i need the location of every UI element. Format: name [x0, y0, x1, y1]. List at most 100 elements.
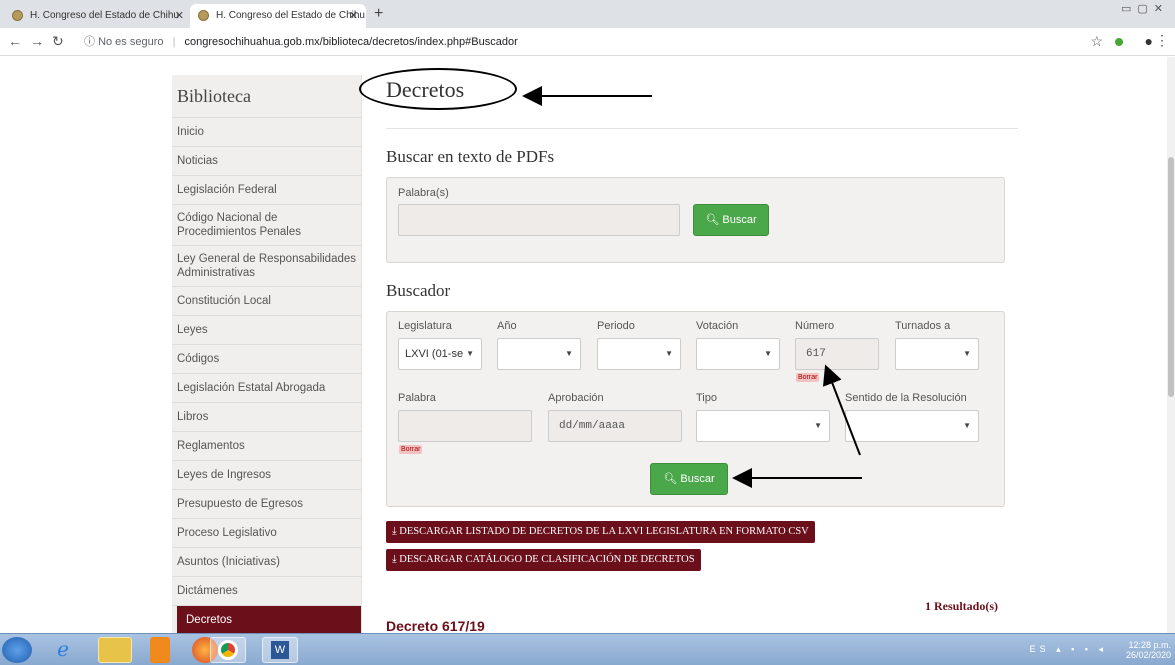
periodo-select[interactable]: ▼ — [597, 338, 681, 370]
browser-toolbar: ← → ↻ ⓘ No es seguro | congresochihuahua… — [0, 28, 1175, 56]
info-icon[interactable]: ⓘ — [84, 36, 95, 48]
security-status: No es seguro — [98, 36, 164, 48]
chevron-down-icon: ▼ — [764, 349, 772, 358]
web-page: Biblioteca Inicio Noticias Legislación F… — [0, 57, 1175, 633]
tipo-select[interactable]: ▼ — [696, 410, 830, 442]
tab-title: H. Congreso del Estado de Chihu — [30, 10, 179, 21]
numero-label: Número — [795, 320, 835, 332]
turnados-select[interactable]: ▼ — [895, 338, 979, 370]
scrollbar-thumb[interactable] — [1168, 157, 1174, 397]
legislatura-select[interactable]: LXVI (01-se ▼ — [398, 338, 482, 370]
sidebar-item-constitucion-local[interactable]: Constitución Local — [172, 287, 361, 316]
reload-icon[interactable]: ↻ — [52, 33, 64, 50]
clock[interactable]: 12:28 p.m. 26/02/2020 — [1126, 640, 1171, 660]
bookmark-star-icon[interactable]: ☆ — [1090, 33, 1103, 50]
pdf-search-heading: Buscar en texto de PDFs — [386, 147, 555, 166]
search-icon: 🔍︎ — [705, 214, 720, 226]
sidebar-title: Biblioteca — [172, 75, 361, 118]
download-catalog-button[interactable]: ⤓ DESCARGAR CATÁLOGO DE CLASIFICACIÓN DE… — [386, 549, 701, 571]
sidebar-item-ley-general[interactable]: Ley General de Responsabilidades Adminis… — [172, 246, 361, 287]
media-player-icon[interactable] — [150, 637, 170, 663]
palabra-label: Palabra — [398, 392, 436, 404]
sentido-select[interactable]: ▼ — [845, 410, 979, 442]
sidebar-item-reglamentos[interactable]: Reglamentos — [172, 432, 361, 461]
extension-icon[interactable] — [1115, 38, 1123, 46]
site-favicon-icon — [198, 10, 209, 21]
turnados-label: Turnados a — [895, 320, 951, 332]
page-scrollbar[interactable] — [1167, 57, 1175, 633]
window-controls[interactable]: ▭▢✕ — [1121, 2, 1169, 15]
sidebar-item-legislacion-federal[interactable]: Legislación Federal — [172, 176, 361, 205]
word-icon: W — [271, 641, 289, 659]
sidebar-item-codigos[interactable]: Códigos — [172, 345, 361, 374]
download-csv-button[interactable]: ⤓ DESCARGAR LISTADO DE DECRETOS DE LA LX… — [386, 521, 815, 543]
sidebar-item-proceso-legislativo[interactable]: Proceso Legislativo — [172, 519, 361, 548]
chevron-down-icon: ▼ — [963, 421, 971, 430]
anio-select[interactable]: ▼ — [497, 338, 581, 370]
votacion-label: Votación — [696, 320, 739, 332]
taskbar: ℯ W ES ▴ ▪ ▪ ◂ 12:28 p.m. 26/02/2020 — [0, 633, 1175, 665]
sidebar-item-leyes-ingresos[interactable]: Leyes de Ingresos — [172, 461, 361, 490]
aprobacion-date-input[interactable]: dd/mm/aaaa — [548, 410, 682, 442]
sidebar-item-noticias[interactable]: Noticias — [172, 147, 361, 176]
tab-title: H. Congreso del Estado de Chihu — [216, 10, 365, 21]
buscador-search-button[interactable]: 🔍︎ Buscar — [650, 463, 728, 495]
word-label: Palabra(s) — [398, 187, 449, 199]
palabra-input[interactable] — [398, 410, 532, 442]
results-count: 1 Resultado(s) — [925, 599, 999, 613]
url-text: congresochihuahua.gob.mx/biblioteca/decr… — [184, 36, 518, 48]
chrome-taskbar-button[interactable] — [210, 637, 246, 663]
browser-tab-active[interactable]: H. Congreso del Estado de Chihu ✕ — [190, 4, 366, 28]
annotation-ellipse — [359, 68, 517, 110]
sidebar-nav: Biblioteca Inicio Noticias Legislación F… — [172, 75, 362, 633]
borrar-numero-button[interactable]: Borrar — [796, 373, 820, 382]
pdf-search-button[interactable]: 🔍︎ Buscar — [693, 204, 769, 236]
sidebar-item-libros[interactable]: Libros — [172, 403, 361, 432]
file-explorer-icon[interactable] — [98, 637, 132, 663]
account-icon[interactable]: ● — [1145, 33, 1153, 49]
new-tab-button[interactable]: + — [374, 5, 383, 23]
pdf-search-panel: Palabra(s) 🔍︎ Buscar — [386, 177, 1005, 263]
anio-label: Año — [497, 320, 517, 332]
browser-tab[interactable]: H. Congreso del Estado de Chihu ✕ — [4, 4, 192, 28]
sidebar-item-decretos[interactable]: Decretos — [177, 606, 361, 633]
forward-icon[interactable]: → — [30, 33, 44, 49]
word-taskbar-button[interactable]: W — [262, 637, 298, 663]
system-tray[interactable]: ES ▴ ▪ ▪ ◂ — [1030, 644, 1107, 655]
ie-browser-icon[interactable]: ℯ — [46, 637, 80, 663]
result-title-link[interactable]: Decreto 617/19 — [386, 618, 485, 633]
aprobacion-label: Aprobación — [548, 392, 604, 404]
pdf-word-input[interactable] — [398, 204, 680, 236]
sidebar-item-leyes[interactable]: Leyes — [172, 316, 361, 345]
sidebar-item-dictamenes[interactable]: Dictámenes — [172, 577, 361, 606]
sidebar-item-presupuesto[interactable]: Presupuesto de Egresos — [172, 490, 361, 519]
sentido-label: Sentido de la Resolución — [845, 392, 967, 404]
votacion-select[interactable]: ▼ — [696, 338, 780, 370]
download-icon: ⤓ — [392, 554, 397, 565]
chevron-down-icon: ▼ — [963, 349, 971, 358]
periodo-label: Periodo — [597, 320, 635, 332]
back-icon[interactable]: ← — [8, 33, 22, 49]
tipo-label: Tipo — [696, 392, 717, 404]
chrome-icon — [218, 640, 238, 660]
borrar-palabra-button[interactable]: Borrar — [399, 445, 423, 454]
site-favicon-icon — [12, 10, 23, 21]
sidebar-item-legislacion-abrogada[interactable]: Legislación Estatal Abrogada — [172, 374, 361, 403]
sidebar-item-inicio[interactable]: Inicio — [172, 118, 361, 147]
numero-input[interactable]: 617 — [795, 338, 879, 370]
search-icon: 🔍︎ — [663, 473, 678, 485]
chevron-down-icon: ▼ — [665, 349, 673, 358]
buscador-panel: Legislatura Año Periodo Votación Número … — [386, 311, 1005, 507]
buscador-heading: Buscador — [386, 281, 451, 300]
chevron-down-icon: ▼ — [565, 349, 573, 358]
close-tab-icon[interactable]: ✕ — [349, 9, 358, 22]
sidebar-item-asuntos[interactable]: Asuntos (Iniciativas) — [172, 548, 361, 577]
chevron-down-icon: ▼ — [466, 349, 474, 358]
chevron-down-icon: ▼ — [814, 421, 822, 430]
sidebar-item-codigo-nacional[interactable]: Código Nacional de Procedimientos Penale… — [172, 205, 361, 246]
start-button-icon[interactable] — [2, 637, 32, 663]
legislatura-label: Legislatura — [398, 320, 452, 332]
address-bar[interactable]: ⓘ No es seguro | congresochihuahua.gob.m… — [84, 32, 1060, 52]
close-tab-icon[interactable]: ✕ — [175, 9, 184, 22]
browser-menu-icon[interactable]: ⋮ — [1155, 32, 1169, 49]
